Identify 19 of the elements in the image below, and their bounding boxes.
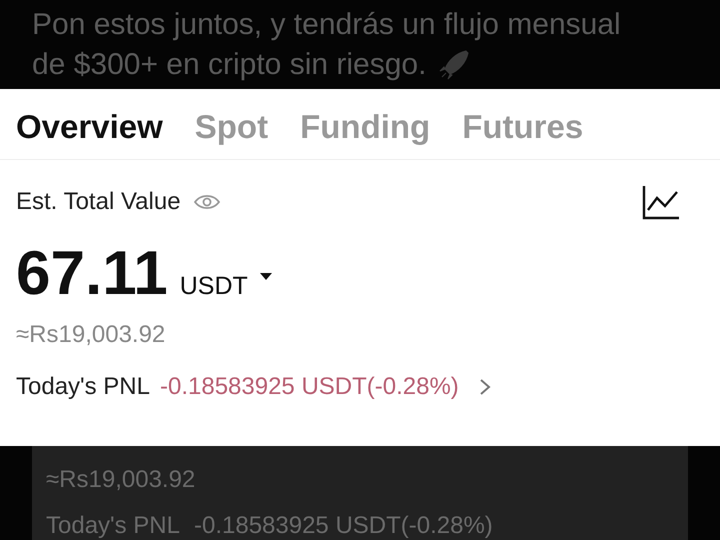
total-value-label: Est. Total Value: [16, 188, 181, 216]
caption-text: de $300+ en cripto sin riesgo.: [32, 47, 426, 84]
balance-amount: 67.11: [16, 238, 168, 309]
pnl-value: -0.18583925 USDT(-0.28%): [194, 512, 493, 540]
tab[interactable]: Overview: [16, 108, 163, 146]
pnl-value: -0.18583925 USDT(-0.28%): [160, 372, 459, 401]
fiat-value: ≈Rs19,003.92: [16, 320, 166, 349]
chevron-right-icon[interactable]: [478, 378, 491, 396]
line-chart-icon[interactable]: [642, 184, 680, 220]
pnl-label: Today's PNL: [16, 372, 150, 401]
eye-icon[interactable]: [192, 192, 221, 211]
caption-text: Pon estos juntos, y tendrás un flujo mensual: [32, 7, 621, 44]
tab[interactable]: Futures: [462, 108, 584, 146]
tab[interactable]: Funding: [300, 108, 430, 146]
tab[interactable]: Spot: [194, 108, 268, 146]
fiat-value: ≈Rs19,003.92: [46, 466, 196, 494]
currency-selector[interactable]: USDT: [180, 272, 248, 301]
pnl-label: Today's PNL: [46, 512, 180, 540]
caret-icon[interactable]: [260, 273, 272, 282]
